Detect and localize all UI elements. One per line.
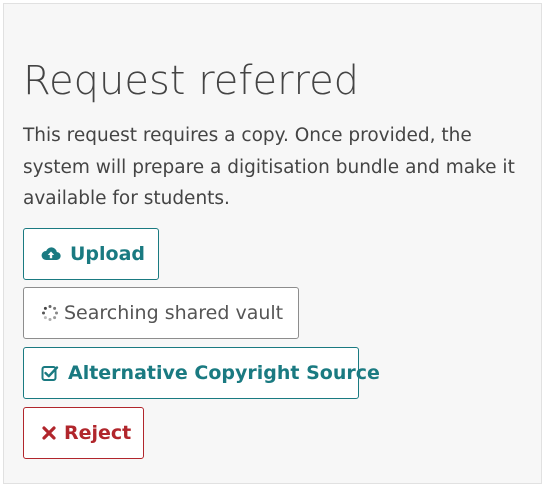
page-title: Request referred — [23, 58, 360, 104]
searching-shared-vault-button[interactable]: Searching shared vault — [23, 287, 299, 339]
reject-button-label: Reject — [64, 422, 132, 444]
checkbox-checked-icon — [41, 363, 59, 383]
x-mark-icon — [41, 423, 57, 443]
request-panel: Request referred This request requires a… — [3, 3, 542, 484]
cloud-upload-icon — [41, 244, 61, 264]
spinner-icon — [41, 303, 59, 323]
request-description: This request requires a copy. Once provi… — [23, 125, 515, 209]
alternative-copyright-source-label: Alternative Copyright Source — [68, 362, 380, 384]
upload-button[interactable]: Upload — [23, 228, 159, 280]
upload-button-label: Upload — [70, 243, 146, 265]
alternative-copyright-source-button[interactable]: Alternative Copyright Source — [23, 347, 380, 399]
reject-button[interactable]: Reject — [23, 407, 144, 459]
searching-shared-vault-label: Searching shared vault — [64, 302, 284, 324]
